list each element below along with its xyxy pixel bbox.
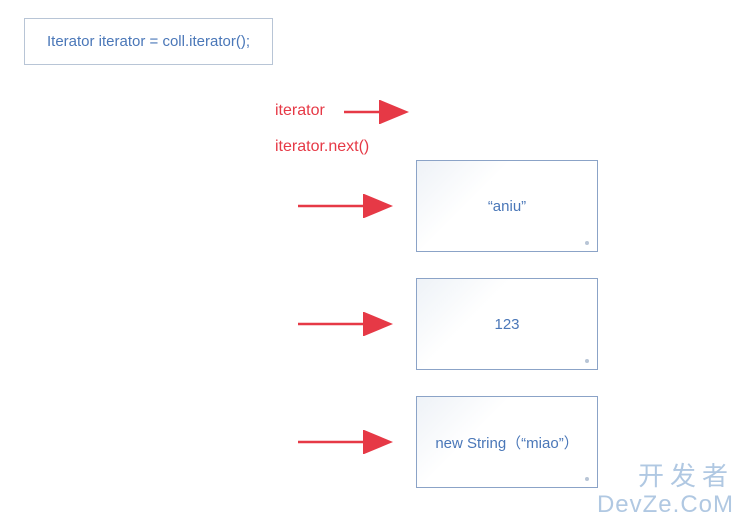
code-declaration-text: Iterator iterator = coll.iterator(); — [47, 33, 250, 50]
collection-item-value: “aniu” — [488, 198, 526, 215]
resize-handle-icon — [585, 241, 589, 245]
collection-item-value: 123 — [494, 316, 519, 333]
collection-item-value: new String（“miao”） — [435, 432, 578, 453]
resize-handle-icon — [585, 359, 589, 363]
arrow-iterator-icon — [342, 100, 422, 124]
arrow-to-box-icon — [296, 194, 406, 218]
code-declaration-box: Iterator iterator = coll.iterator(); — [24, 18, 273, 65]
arrow-to-box-icon — [296, 312, 406, 336]
resize-handle-icon — [585, 477, 589, 481]
collection-item-box: 123 — [416, 278, 598, 370]
collection-item-box: new String（“miao”） — [416, 396, 598, 488]
watermark-en-text: DevZe.CoM — [597, 491, 734, 519]
collection-item-box: “aniu” — [416, 160, 598, 252]
iterator-label: iterator — [275, 102, 325, 120]
iterator-next-label: iterator.next() — [275, 138, 369, 156]
watermark-cn-text: 开发者 — [638, 456, 734, 493]
arrow-to-box-icon — [296, 430, 406, 454]
